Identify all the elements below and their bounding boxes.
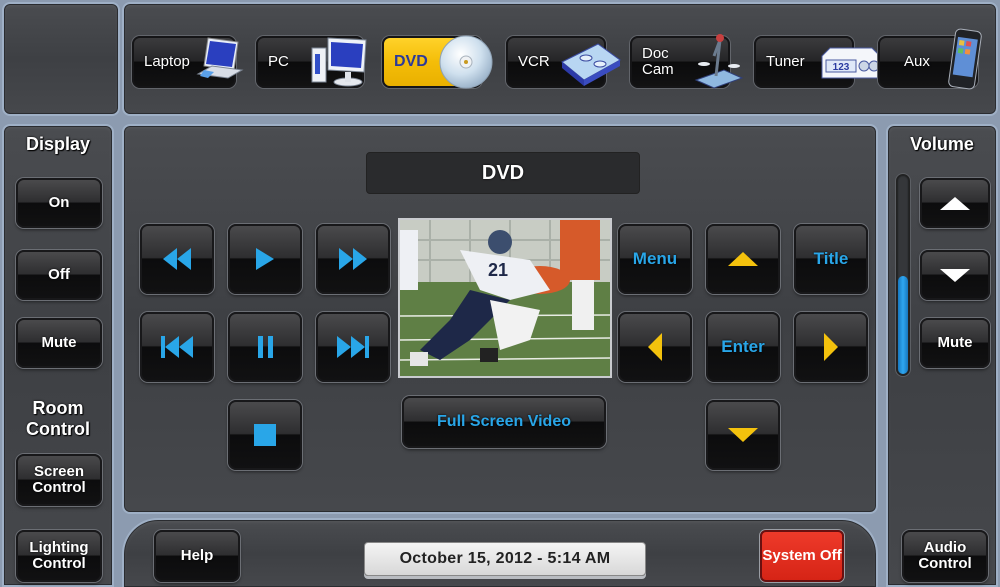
rewind-button[interactable] (140, 224, 214, 294)
source-label: PC (268, 53, 289, 71)
desktop-pc-icon (311, 37, 367, 87)
volume-up-button[interactable] (920, 178, 990, 228)
display-on-button[interactable]: On (16, 178, 102, 228)
skip-forward-icon (337, 336, 369, 358)
source-laptop-button[interactable]: Laptop (132, 36, 244, 88)
screen-control-button[interactable]: Screen Control (16, 454, 102, 506)
source-bar: Laptop PC DVD VCR Doc Cam Tuner 123 Aux (122, 2, 998, 116)
video-preview[interactable]: 21 (398, 218, 612, 378)
system-off-button[interactable]: System Off (760, 530, 844, 582)
disc-icon (439, 35, 493, 89)
play-button[interactable] (228, 224, 302, 294)
pause-icon (257, 336, 273, 358)
source-doc-cam-button[interactable]: Doc Cam (630, 34, 744, 89)
fast-forward-button[interactable] (316, 224, 390, 294)
video-frame-image: 21 (400, 220, 610, 376)
volume-mute-button[interactable]: Mute (920, 318, 990, 368)
nav-left-button[interactable] (618, 312, 692, 382)
volume-panel: Volume Mute Audio Control (886, 124, 998, 587)
display-panel: Display On Off Mute Room Control Screen … (2, 124, 114, 587)
corner-panel (2, 2, 120, 116)
room-control-title: Room Control (26, 398, 90, 439)
volume-up-icon (940, 196, 970, 210)
previous-chapter-button[interactable] (140, 312, 214, 382)
title-button[interactable]: Title (794, 224, 868, 294)
help-button[interactable]: Help (154, 530, 240, 582)
arrow-left-icon (648, 333, 662, 361)
source-aux-button[interactable]: Aux (878, 28, 982, 90)
pause-button[interactable] (228, 312, 302, 382)
display-mute-button[interactable]: Mute (16, 318, 102, 368)
display-title: Display (25, 134, 91, 154)
play-icon (256, 248, 274, 270)
menu-button[interactable]: Menu (618, 224, 692, 294)
rewind-icon (163, 248, 191, 270)
nav-up-button[interactable] (706, 224, 780, 294)
display-off-button[interactable]: Off (16, 250, 102, 300)
source-label: Doc Cam (642, 45, 674, 78)
audio-control-button[interactable]: Audio Control (902, 530, 988, 582)
source-label: VCR (518, 53, 550, 71)
source-label: DVD (394, 52, 428, 70)
source-pc-button[interactable]: PC (256, 36, 367, 88)
svg-text:21: 21 (488, 260, 508, 280)
source-vcr-button[interactable]: VCR (506, 36, 621, 88)
datetime-display: October 15, 2012 - 5:14 AM (364, 542, 646, 576)
source-label: Laptop (144, 53, 190, 71)
nav-right-button[interactable] (794, 312, 868, 382)
laptop-icon (196, 37, 244, 79)
source-dvd-button[interactable]: DVD (382, 35, 493, 89)
volume-down-button[interactable] (920, 250, 990, 300)
document-camera-icon (694, 34, 744, 89)
skip-back-icon (161, 336, 193, 358)
fast-forward-icon (339, 248, 367, 270)
arrow-right-icon (824, 333, 838, 361)
phone-icon (948, 28, 982, 90)
bottom-bar: Help October 15, 2012 - 5:14 AM System O… (122, 518, 878, 587)
stop-icon (254, 424, 276, 446)
next-chapter-button[interactable] (316, 312, 390, 382)
main-panel: DVD 21 Full Screen Video Menu Title Ente… (122, 124, 878, 514)
nav-down-button[interactable] (706, 400, 780, 470)
enter-button[interactable]: Enter (706, 312, 780, 382)
volume-slider[interactable] (896, 174, 910, 376)
source-label: Tuner (766, 53, 805, 71)
arrow-up-icon (728, 252, 758, 266)
arrow-down-icon (728, 428, 758, 442)
volume-down-icon (940, 268, 970, 282)
volume-level-fill (898, 276, 908, 374)
tuner-icon: 123 (821, 47, 881, 79)
volume-title: Volume (910, 134, 974, 154)
tuner-display: 123 (833, 62, 850, 73)
lighting-control-button[interactable]: Lighting Control (16, 530, 102, 582)
full-screen-video-button[interactable]: Full Screen Video (402, 396, 606, 448)
vhs-tape-icon (561, 43, 621, 86)
current-source-title: DVD (366, 152, 640, 194)
stop-button[interactable] (228, 400, 302, 470)
source-label: Aux (904, 53, 930, 71)
source-tuner-button[interactable]: Tuner 123 (754, 36, 881, 88)
